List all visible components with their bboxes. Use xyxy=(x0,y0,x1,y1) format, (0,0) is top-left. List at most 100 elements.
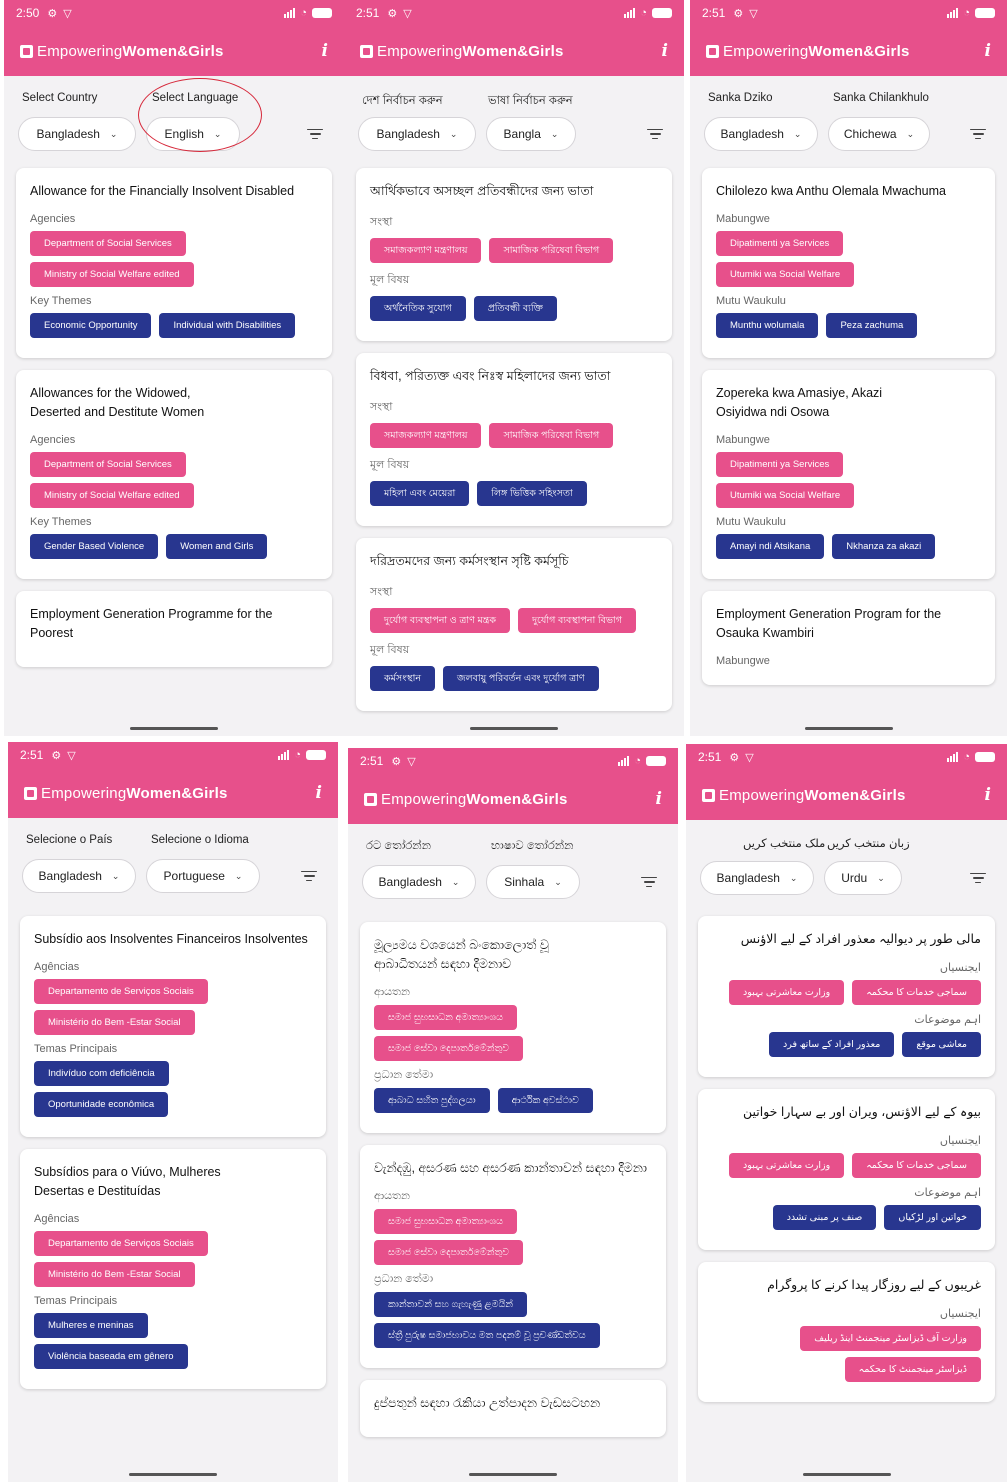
info-icon[interactable]: i xyxy=(985,41,991,61)
country-label: Sanka Dziko xyxy=(708,92,773,104)
theme-chip[interactable]: প্রতিবন্ধী ব্যক্তি xyxy=(473,296,557,321)
program-card[interactable]: මූල්‍යමය වශයෙන් බංකොලොත් වූ ආබාධිතයන් සඳ… xyxy=(360,922,666,1133)
country-dropdown[interactable]: Bangladesh ⌄ xyxy=(22,859,136,893)
theme-chip[interactable]: ආබාධ සහිත පුද්ගලයා xyxy=(374,1088,490,1113)
theme-chip[interactable]: অর্থনৈতিক সুযোগ xyxy=(370,296,466,321)
program-card[interactable]: දුප්පතුන් සඳහා රැකියා උත්පාදන වැඩසටහන xyxy=(360,1380,666,1437)
program-list: مالی طور پر دیوالیہ معذور افراد کے لیے ا… xyxy=(686,898,1007,1402)
theme-chip[interactable]: Amayi ndi Atsikana xyxy=(716,534,825,559)
program-card[interactable]: দরিদ্রতমদের জন্য কর্মসংস্থান সৃষ্টি কর্ম… xyxy=(356,538,672,711)
program-card[interactable]: Allowance for the Financially Insolvent … xyxy=(16,168,332,358)
filter-icon[interactable] xyxy=(646,128,664,140)
theme-chip[interactable]: মহিলা এবং মেয়েরা xyxy=(370,481,470,506)
agency-chip[interactable]: দুর্যোগ ব্যবস্থাপনা বিভাগ xyxy=(518,608,636,633)
program-card[interactable]: Zopereka kwa Amasiye, Akazi Osiyidwa ndi… xyxy=(702,370,995,579)
program-card[interactable]: مالی طور پر دیوالیہ معذور افراد کے لیے ا… xyxy=(698,916,995,1077)
agency-chip[interactable]: Departamento de Serviços Sociais xyxy=(34,979,208,1004)
theme-chip[interactable]: معذور افراد کے ساتھ فرد xyxy=(769,1032,895,1057)
agency-chip[interactable]: وزارت آف ڈیزاسٹر مینجمنٹ اینڈ ریلیف xyxy=(800,1326,981,1351)
theme-chip[interactable]: معاشی موقع xyxy=(902,1032,981,1057)
country-dropdown[interactable]: Bangladesh ⌄ xyxy=(704,117,818,151)
program-card[interactable]: بیوہ کے لیے الاؤنس، ویران اور بے سہارا خ… xyxy=(698,1089,995,1250)
theme-chip[interactable]: කාන්තාවන් සහ ගැහැණු ළමයින් xyxy=(374,1292,528,1317)
program-card[interactable]: Allowances for the Widowed, Deserted and… xyxy=(16,370,332,579)
program-card[interactable]: আর্থিকভাবে অসচ্ছল প্রতিবন্ধীদের জন্য ভাত… xyxy=(356,168,672,341)
agency-chip[interactable]: وزارت معاشرتی بہبود xyxy=(729,1153,845,1178)
program-card[interactable]: Subsídio aos Insolventes Financeiros Ins… xyxy=(20,916,326,1137)
agency-chip[interactable]: Dipatimenti ya Services xyxy=(716,231,844,256)
info-icon[interactable]: i xyxy=(316,783,322,803)
agency-chip[interactable]: সামাজিক পরিষেবা বিভাগ xyxy=(489,238,614,263)
agency-chip[interactable]: Utumiki wa Social Welfare xyxy=(716,262,855,287)
program-card[interactable]: غریبوں کے لیے روزگار پیدا کرنے کا پروگرا… xyxy=(698,1262,995,1402)
language-dropdown[interactable]: Chichewa ⌄ xyxy=(828,117,930,151)
agency-chip[interactable]: ڈیزاسٹر مینجمنٹ کا محکمہ xyxy=(844,1357,981,1382)
theme-chip[interactable]: Violência baseada em gênero xyxy=(34,1344,188,1369)
theme-chip[interactable]: Women and Girls xyxy=(166,534,268,559)
theme-chip[interactable]: লিঙ্গ ভিত্তিক সহিংসতা xyxy=(477,481,587,506)
agency-chip[interactable]: সমাজকল্যাণ মন্ত্রণালয় xyxy=(370,423,482,448)
info-icon[interactable]: i xyxy=(985,785,991,805)
theme-chip[interactable]: Nkhanza za akazi xyxy=(832,534,936,559)
theme-chip[interactable]: Gender Based Violence xyxy=(30,534,159,559)
agency-chip[interactable]: سماجی خدمات کا محکمہ xyxy=(852,1153,981,1178)
country-dropdown[interactable]: Bangladesh ⌄ xyxy=(700,861,814,895)
theme-chip[interactable]: ආර්ථික අවස්ථාව xyxy=(497,1088,593,1113)
theme-chip[interactable]: Economic Opportunity xyxy=(30,313,152,338)
country-dropdown[interactable]: Bangladesh ⌄ xyxy=(18,117,136,151)
program-card[interactable]: Chilolezo kwa Anthu Olemala Mwachuma Mab… xyxy=(702,168,995,358)
agency-chip[interactable]: সামাজিক পরিষেবা বিভাগ xyxy=(489,423,614,448)
agency-chip[interactable]: Utumiki wa Social Welfare xyxy=(716,483,855,508)
theme-chip[interactable]: ස්ත්‍රී පුරුෂ සමාජභාවය මත පදනම් වූ ප්‍රච… xyxy=(374,1323,600,1348)
program-card[interactable]: Subsídios para o Viúvo, Mulheres Deserta… xyxy=(20,1149,326,1389)
language-dropdown[interactable]: Sinhala ⌄ xyxy=(486,865,580,899)
program-title: Chilolezo kwa Anthu Olemala Mwachuma xyxy=(716,184,946,198)
agency-chip[interactable]: Dipatimenti ya Services xyxy=(716,452,844,477)
filter-icon[interactable] xyxy=(640,876,658,888)
themes-label: اہم موضوعات xyxy=(914,1014,981,1026)
language-dropdown[interactable]: Bangla ⌄ xyxy=(486,117,576,151)
theme-chip[interactable]: জলবায়ু পরিবর্তন এবং দুর্যোগ ত্রাণ xyxy=(443,666,599,691)
info-icon[interactable]: i xyxy=(662,41,668,61)
agency-chip[interactable]: සමාජ සුභසාධන අමාත්‍යාංශය xyxy=(374,1005,517,1030)
chevron-down-icon: ⌄ xyxy=(109,128,118,139)
theme-chip[interactable]: Peza zachuma xyxy=(826,313,918,338)
filter-icon[interactable] xyxy=(969,872,987,884)
agency-chip[interactable]: Department of Social Services xyxy=(30,452,186,477)
theme-chip[interactable]: Individual with Disabilities xyxy=(159,313,296,338)
logo-icon xyxy=(364,792,377,806)
theme-chip[interactable]: Mulheres e meninas xyxy=(34,1313,148,1338)
agency-chip[interactable]: සමාජ සුභසාධන අමාත්‍යාංශය xyxy=(374,1209,517,1234)
agency-chip[interactable]: سماجی خدمات کا محکمہ xyxy=(852,980,981,1005)
agency-chip[interactable]: Ministry of Social Welfare edited xyxy=(30,483,194,508)
language-dropdown[interactable]: Urdu ⌄ xyxy=(824,861,902,895)
theme-chip[interactable]: Oportunidade econômica xyxy=(34,1092,169,1117)
theme-chip[interactable]: خواتین اور لڑکیاں xyxy=(884,1205,981,1230)
agency-chip[interactable]: সমাজকল্যাণ মন্ত্রণালয় xyxy=(370,238,482,263)
filter-icon[interactable] xyxy=(300,870,318,882)
country-dropdown[interactable]: Bangladesh ⌄ xyxy=(362,865,476,899)
country-dropdown[interactable]: Bangladesh ⌄ xyxy=(358,117,476,151)
agency-chip[interactable]: Department of Social Services xyxy=(30,231,186,256)
agency-chip[interactable]: සමාජ සේවා දෙපාර්තමේන්තුව xyxy=(374,1036,524,1061)
theme-chip[interactable]: صنف پر مبنی تشدد xyxy=(772,1205,877,1230)
agency-chip[interactable]: দুর্যোগ ব্যবস্থাপনা ও ত্রাণ মন্ত্রক xyxy=(370,608,511,633)
theme-chip[interactable]: Indivíduo com deficiência xyxy=(34,1061,169,1086)
program-card[interactable]: Employment Generation Programme for the … xyxy=(16,591,332,667)
agency-chip[interactable]: وزارت معاشرتی بہبود xyxy=(729,980,845,1005)
agency-chip[interactable]: සමාජ සේවා දෙපාර්තමේන්තුව xyxy=(374,1240,524,1265)
agency-chip[interactable]: Ministry of Social Welfare edited xyxy=(30,262,194,287)
program-card[interactable]: Employment Generation Program for the Os… xyxy=(702,591,995,685)
agency-chip[interactable]: Ministério do Bem -Estar Social xyxy=(34,1010,195,1035)
language-dropdown[interactable]: Portuguese ⌄ xyxy=(146,859,260,893)
filter-icon[interactable] xyxy=(306,128,324,140)
filter-icon[interactable] xyxy=(969,128,987,140)
program-card[interactable]: বিধবা, পরিত্যক্ত এবং নিঃস্ব মহিলাদের জন্… xyxy=(356,353,672,526)
agency-chip[interactable]: Departamento de Serviços Sociais xyxy=(34,1231,208,1256)
theme-chip[interactable]: কর্মসংস্থান xyxy=(370,666,435,691)
theme-chip[interactable]: Munthu wolumala xyxy=(716,313,819,338)
info-icon[interactable]: i xyxy=(656,789,662,809)
info-icon[interactable]: i xyxy=(322,41,328,61)
agency-chip[interactable]: Ministério do Bem -Estar Social xyxy=(34,1262,195,1287)
program-card[interactable]: වැන්දඹු, අසරණ සහ අසරණ කාන්තාවන් සඳහා දීම… xyxy=(360,1145,666,1368)
